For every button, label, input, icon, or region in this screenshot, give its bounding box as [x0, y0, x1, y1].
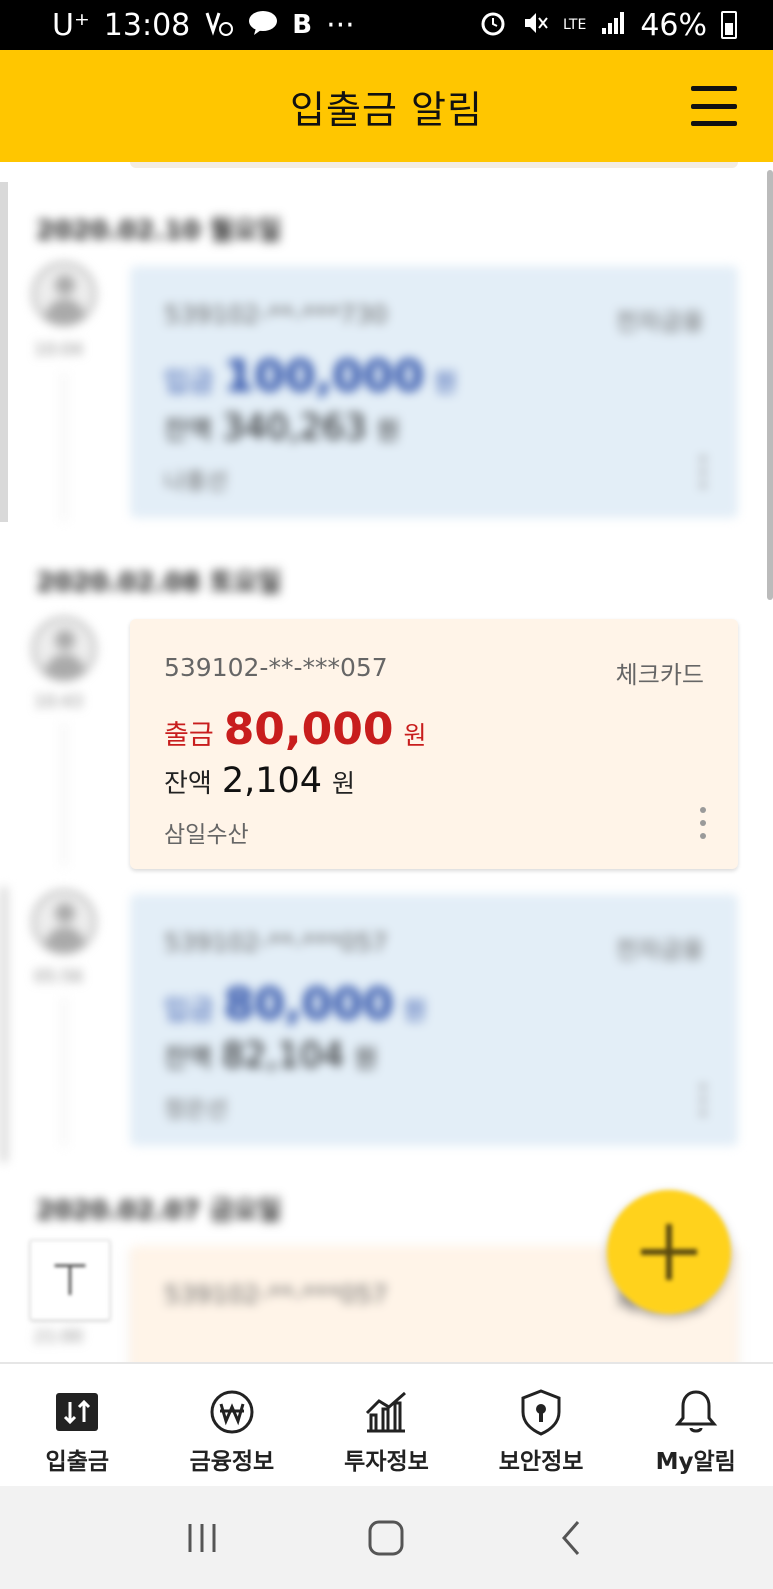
mute-icon	[521, 9, 549, 42]
balance-unit: 원	[332, 769, 356, 798]
timeline-line	[63, 722, 65, 867]
add-button[interactable]	[607, 1190, 731, 1314]
balance-value: 2,104	[221, 761, 323, 801]
won-coin-icon	[208, 1388, 256, 1436]
transaction-card[interactable]: 539102-**-***057 전자금융 입금 80,000 원 잔액 82,…	[130, 894, 738, 1146]
recent-apps-icon[interactable]	[172, 1508, 232, 1568]
date-header: 2020.02.07 금요일	[36, 1196, 282, 1226]
signal-icon	[600, 10, 626, 41]
system-nav-bar	[0, 1486, 773, 1589]
nav-item-invest-info[interactable]: 투자정보	[309, 1364, 464, 1486]
page-title: 입출금 알림	[290, 87, 483, 132]
carrier-label: U⁺	[52, 7, 90, 43]
amount-unit: 원	[434, 368, 458, 397]
status-bar: U⁺ 13:08 B ··· LTE 46%	[0, 0, 773, 50]
time-label: 21:00	[34, 1327, 83, 1347]
transaction-feed[interactable]: 2020.02.10 월요일 10:04 539102-**-***730 전자…	[0, 162, 773, 1362]
b-app-icon: B	[292, 10, 313, 40]
balance-label: 잔액	[164, 1044, 212, 1074]
nav-item-security-info[interactable]: 보안정보	[464, 1364, 619, 1486]
more-notifications-icon: ···	[326, 7, 355, 43]
avatar	[32, 617, 96, 681]
balance-label: 잔액	[164, 769, 212, 799]
time-label: 05:56	[34, 967, 83, 987]
previous-card-edge	[130, 162, 738, 168]
clock: 13:08	[103, 7, 191, 43]
date-header: 2020.02.08 토요일	[36, 568, 282, 598]
nav-label: 입출금	[45, 1449, 110, 1475]
battery-icon	[721, 11, 737, 39]
more-options-icon[interactable]	[700, 807, 706, 839]
balance-unit: 원	[354, 1044, 378, 1073]
bottom-nav: 입출금 금융정보 투자정보 보안정보 My알림	[0, 1362, 773, 1486]
nav-item-my-alerts[interactable]: My알림	[618, 1364, 773, 1486]
time-label: 10:43	[34, 692, 83, 712]
timeline-line	[63, 997, 65, 1147]
status-left: U⁺ 13:08 B ···	[52, 8, 355, 43]
plus-icon	[641, 1224, 697, 1280]
nav-item-finance-info[interactable]: 금융정보	[155, 1364, 310, 1486]
lte-icon: LTE	[563, 17, 587, 33]
volte-icon	[204, 9, 234, 42]
balance-value: 340,263	[221, 408, 367, 448]
hamburger-menu-icon[interactable]	[691, 86, 737, 126]
nav-label: 보안정보	[498, 1449, 584, 1475]
transaction-card-focused[interactable]: 539102-**-***057 체크카드 출금 80,000 원 잔액 2,1…	[130, 619, 738, 869]
merchant-name: 나홍선	[164, 469, 228, 495]
shield-lock-icon	[517, 1388, 565, 1436]
balance-label: 잔액	[164, 416, 212, 446]
bell-icon	[672, 1388, 720, 1436]
scroll-to-top-icon[interactable]: ⊤	[30, 1240, 110, 1320]
amount-label: 입금	[164, 995, 214, 1026]
transaction-type: 전자금융	[615, 308, 704, 336]
left-edge-shade	[0, 887, 8, 1162]
scrollbar[interactable]	[767, 170, 773, 600]
balance-value: 82,104	[221, 1036, 345, 1076]
battery-percent: 46%	[640, 7, 707, 43]
avatar	[32, 890, 96, 954]
balance-unit: 원	[376, 416, 400, 445]
chart-icon	[362, 1388, 410, 1436]
amount-value: 80,000	[223, 704, 394, 755]
transaction-card[interactable]: 539102-**-***730 전자금융 입금 100,000 원 잔액 34…	[130, 266, 738, 518]
alarm-icon	[479, 9, 507, 42]
amount-unit: 원	[403, 996, 427, 1025]
transaction-type: 전자금융	[615, 936, 704, 964]
nav-label: My알림	[655, 1449, 736, 1475]
amount-unit: 원	[403, 721, 427, 750]
talk-icon	[248, 10, 278, 41]
avatar	[32, 262, 96, 326]
merchant-name: 삼일수산	[164, 822, 249, 848]
nav-label: 투자정보	[344, 1449, 429, 1475]
amount-value: 100,000	[223, 351, 425, 402]
deposit-withdraw-icon	[53, 1388, 101, 1436]
nav-label: 금융정보	[189, 1449, 275, 1475]
back-icon[interactable]	[541, 1508, 601, 1568]
merchant-name: 정은선	[164, 1097, 228, 1123]
amount-label: 출금	[164, 720, 214, 751]
amount-value: 80,000	[223, 979, 394, 1030]
status-right: LTE 46%	[479, 8, 737, 43]
transaction-type: 체크카드	[615, 661, 704, 689]
more-options-icon[interactable]	[700, 1084, 706, 1116]
left-edge-shade	[0, 182, 8, 522]
timeline-line	[63, 372, 65, 522]
amount-label: 입금	[164, 367, 214, 398]
date-header: 2020.02.10 월요일	[36, 216, 282, 246]
app-header: 입출금 알림	[0, 50, 773, 162]
time-label: 10:04	[34, 340, 83, 360]
more-options-icon[interactable]	[700, 456, 706, 488]
nav-item-deposit-withdraw[interactable]: 입출금	[0, 1364, 155, 1486]
home-icon[interactable]	[356, 1508, 416, 1568]
